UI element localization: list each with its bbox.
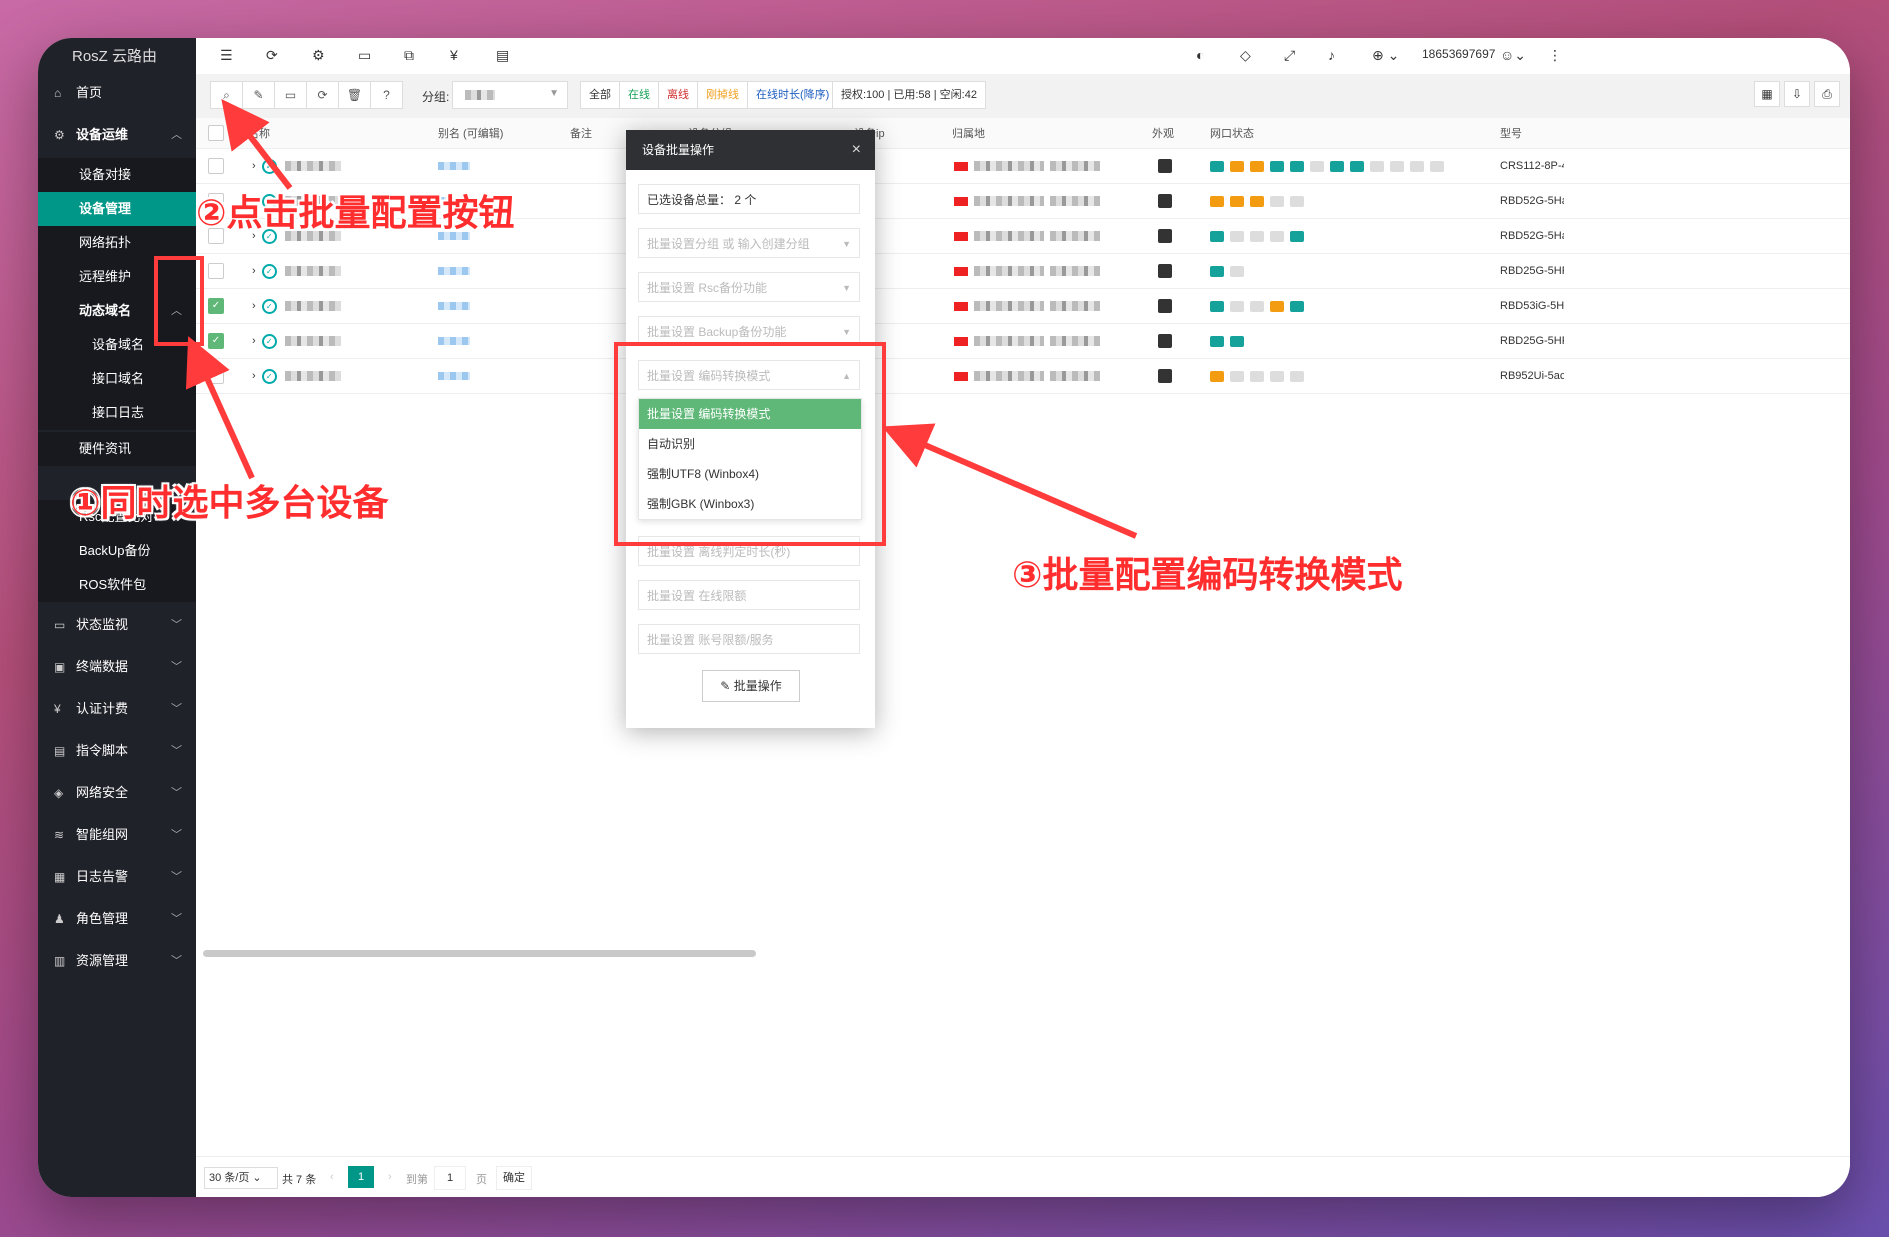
annotation-step1: ①同时选中多台设备 — [70, 482, 389, 523]
annotation-step3: ③批量配置编码转换模式 — [1012, 554, 1403, 595]
arrow-to-encoding — [881, 423, 1138, 539]
app-window: RosZ 云路由 ⌂ 首页 ⚙ 设备运维 ︿ 设备对接 设备管理 网络拓扑 远程… — [38, 38, 1850, 1197]
annotation-step2: ②点击批量配置按钮 — [196, 192, 515, 233]
arrow-to-checkboxes — [185, 336, 255, 480]
arrow-to-batch-button — [221, 98, 293, 190]
